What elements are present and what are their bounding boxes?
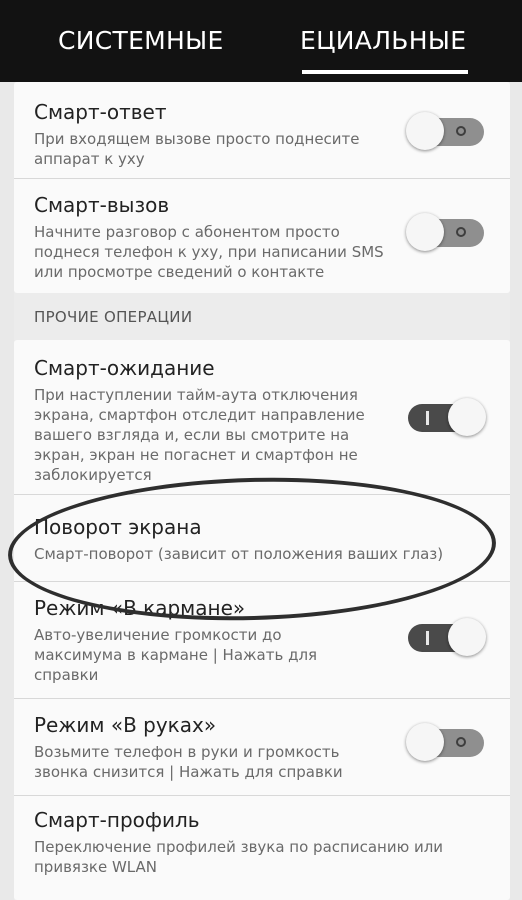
toggle-off-mark [456, 227, 466, 237]
setting-description: Переключение профилей звука по расписани… [34, 838, 444, 876]
toggle-knob [406, 112, 444, 150]
toggle-knob [406, 213, 444, 251]
toggle-off-mark [456, 126, 466, 136]
setting-smart-profile[interactable]: Смарт-профиль Переключение профилей звук… [14, 796, 510, 900]
tab-special[interactable]: ЕЦИАЛЬНЫЕ [300, 26, 466, 55]
toggle-on-mark [426, 411, 429, 425]
hand-mode-toggle[interactable] [406, 723, 484, 761]
tab-bar: СИСТЕМНЫЕ ЕЦИАЛЬНЫЕ [0, 0, 522, 82]
setting-hand-mode[interactable]: Режим «В руках» Возьмите телефон в руки … [14, 699, 510, 795]
toggle-on-mark [426, 631, 429, 645]
settings-card: Смарт-ответ При входящем вызове просто п… [14, 82, 510, 293]
setting-description: При входящем вызове просто поднесите апп… [34, 130, 360, 168]
setting-title: Режим «В кармане» [34, 596, 246, 620]
setting-pocket-mode[interactable]: Режим «В кармане» Авто-увеличение громко… [14, 582, 510, 698]
setting-description: Начните разговор с абонентом просто подн… [34, 223, 384, 281]
setting-title: Смарт-ожидание [34, 356, 215, 380]
setting-title: Смарт-ответ [34, 100, 167, 124]
tab-indicator [302, 70, 468, 74]
setting-smart-call[interactable]: Смарт-вызов Начните разговор с абонентом… [14, 179, 510, 293]
toggle-off-mark [456, 737, 466, 747]
setting-smart-wait[interactable]: Смарт-ожидание При наступлении тайм-аута… [14, 340, 510, 494]
toggle-knob [448, 618, 486, 656]
setting-description: Смарт-поворот (зависит от положения ваши… [34, 545, 444, 563]
smart-call-toggle[interactable] [406, 213, 484, 251]
setting-description: При наступлении тайм-аута отключения экр… [34, 386, 365, 484]
setting-screen-rotation[interactable]: Поворот экрана Смарт-поворот (зависит от… [14, 495, 510, 581]
smart-answer-toggle[interactable] [406, 112, 484, 150]
setting-title: Поворот экрана [34, 515, 202, 539]
setting-title: Режим «В руках» [34, 713, 217, 737]
tab-system[interactable]: СИСТЕМНЫЕ [58, 26, 224, 55]
setting-description: Возьмите телефон в руки и громкость звон… [34, 743, 343, 781]
setting-smart-answer[interactable]: Смарт-ответ При входящем вызове просто п… [14, 82, 510, 178]
toggle-knob [406, 723, 444, 761]
toggle-knob [448, 398, 486, 436]
smart-wait-toggle[interactable] [408, 398, 486, 436]
pocket-mode-toggle[interactable] [408, 618, 486, 656]
section-header: ПРОЧИЕ ОПЕРАЦИИ [34, 308, 193, 326]
setting-title: Смарт-профиль [34, 808, 200, 832]
setting-title: Смарт-вызов [34, 193, 170, 217]
setting-description: Авто-увеличение громкости до максимума в… [34, 626, 318, 684]
settings-list: Смарт-ответ При входящем вызове просто п… [14, 82, 510, 900]
settings-card: Смарт-ожидание При наступлении тайм-аута… [14, 340, 510, 900]
